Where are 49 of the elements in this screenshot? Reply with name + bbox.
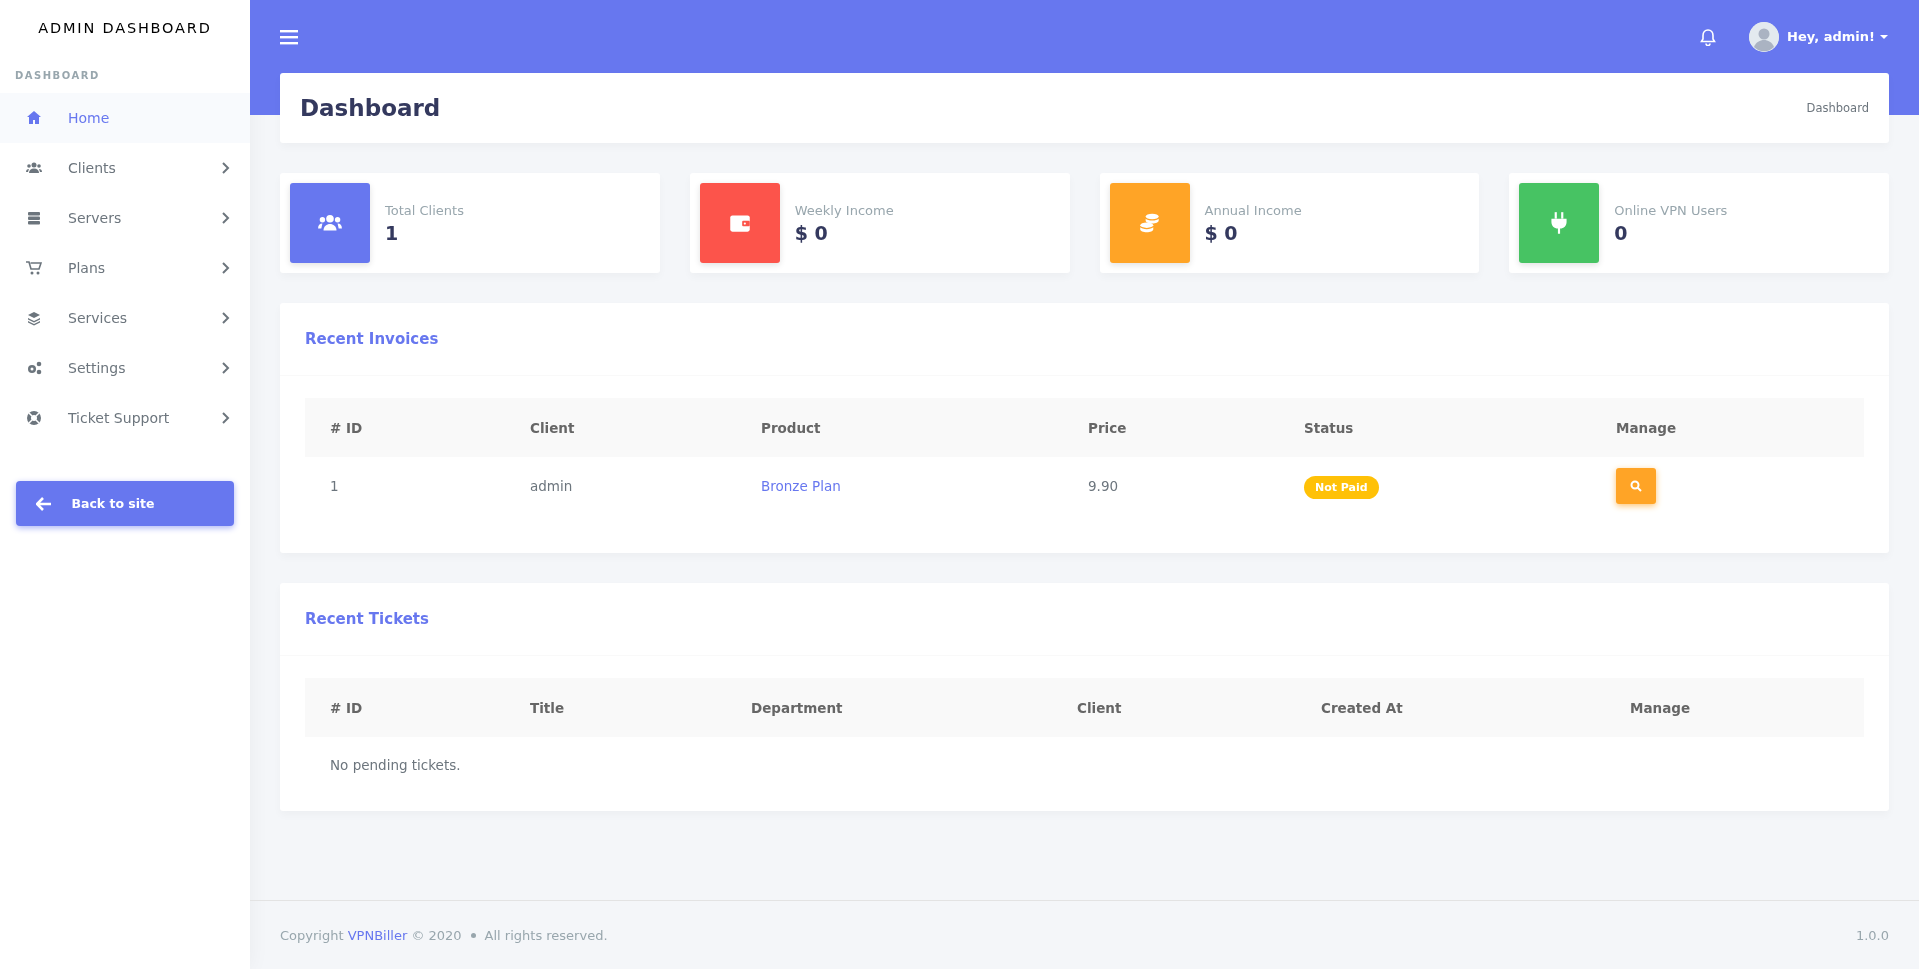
sidebar-item[interactable]: Services [0,293,250,343]
column-header: Title [505,678,726,737]
sidebar-item[interactable]: Servers [0,193,250,243]
column-header: Manage [1605,678,1864,737]
column-header: Department [726,678,1052,737]
column-header: Price [1063,398,1279,457]
column-header: Client [505,398,736,457]
search-icon [1630,480,1642,492]
caret-icon [1879,32,1889,41]
empty-message: No pending tickets. [329,756,462,773]
column-header: Client [1052,678,1296,737]
rights-text: All rights reserved. [484,927,608,943]
stat-label: Online VPN Users [1614,202,1728,218]
page-title: Dashboard [300,95,442,121]
sidebar-item[interactable]: Settings [0,343,250,393]
stat-label: Total Clients [385,202,464,218]
stat-value: $ 0 [1204,221,1239,244]
sidebar-item[interactable]: Home [0,93,250,143]
sidebar-title: ADMIN DASHBOARD [38,19,212,38]
sidebar-item[interactable]: Ticket Support [0,393,250,443]
stat-value: 0 [1614,221,1629,244]
back-to-site-button[interactable]: Back to site [16,481,234,526]
table-cell: admin [505,457,736,515]
status-badge: Not Paid [1304,476,1379,499]
sidebar-item[interactable]: Clients [0,143,250,193]
stat-value: 1 [385,221,400,244]
stat-label: Weekly Income [794,202,894,218]
sidebar-item[interactable]: Plans [0,243,250,293]
column-header: Product [736,398,1063,457]
separator-dot-icon [470,932,476,938]
stat-label: Annual Income [1204,202,1302,218]
table-cell: 9.90 [1063,457,1279,515]
product-link[interactable]: Bronze Plan [736,457,1063,515]
bell-icon[interactable] [1699,27,1718,46]
column-header: # ID [305,398,505,457]
user-menu[interactable]: Hey, admin! [1749,21,1889,52]
card-title: Recent Tickets [305,610,429,628]
menu-section-label: DASHBOARD [14,69,101,83]
column-header: Manage [1591,398,1864,457]
card-title: Recent Invoices [305,330,439,348]
table-cell: 1 [305,457,505,515]
column-header: Created At [1296,678,1605,737]
column-header: # ID [305,678,505,737]
stat-value: $ 0 [794,221,829,244]
copyright-text: Copyright VPNBiller © 2020 [280,927,462,943]
breadcrumb[interactable]: Dashboard [1806,101,1869,115]
column-header: Status [1279,398,1591,457]
version-text: 1.0.0 [1855,927,1889,943]
arrow-left-icon [36,496,52,511]
